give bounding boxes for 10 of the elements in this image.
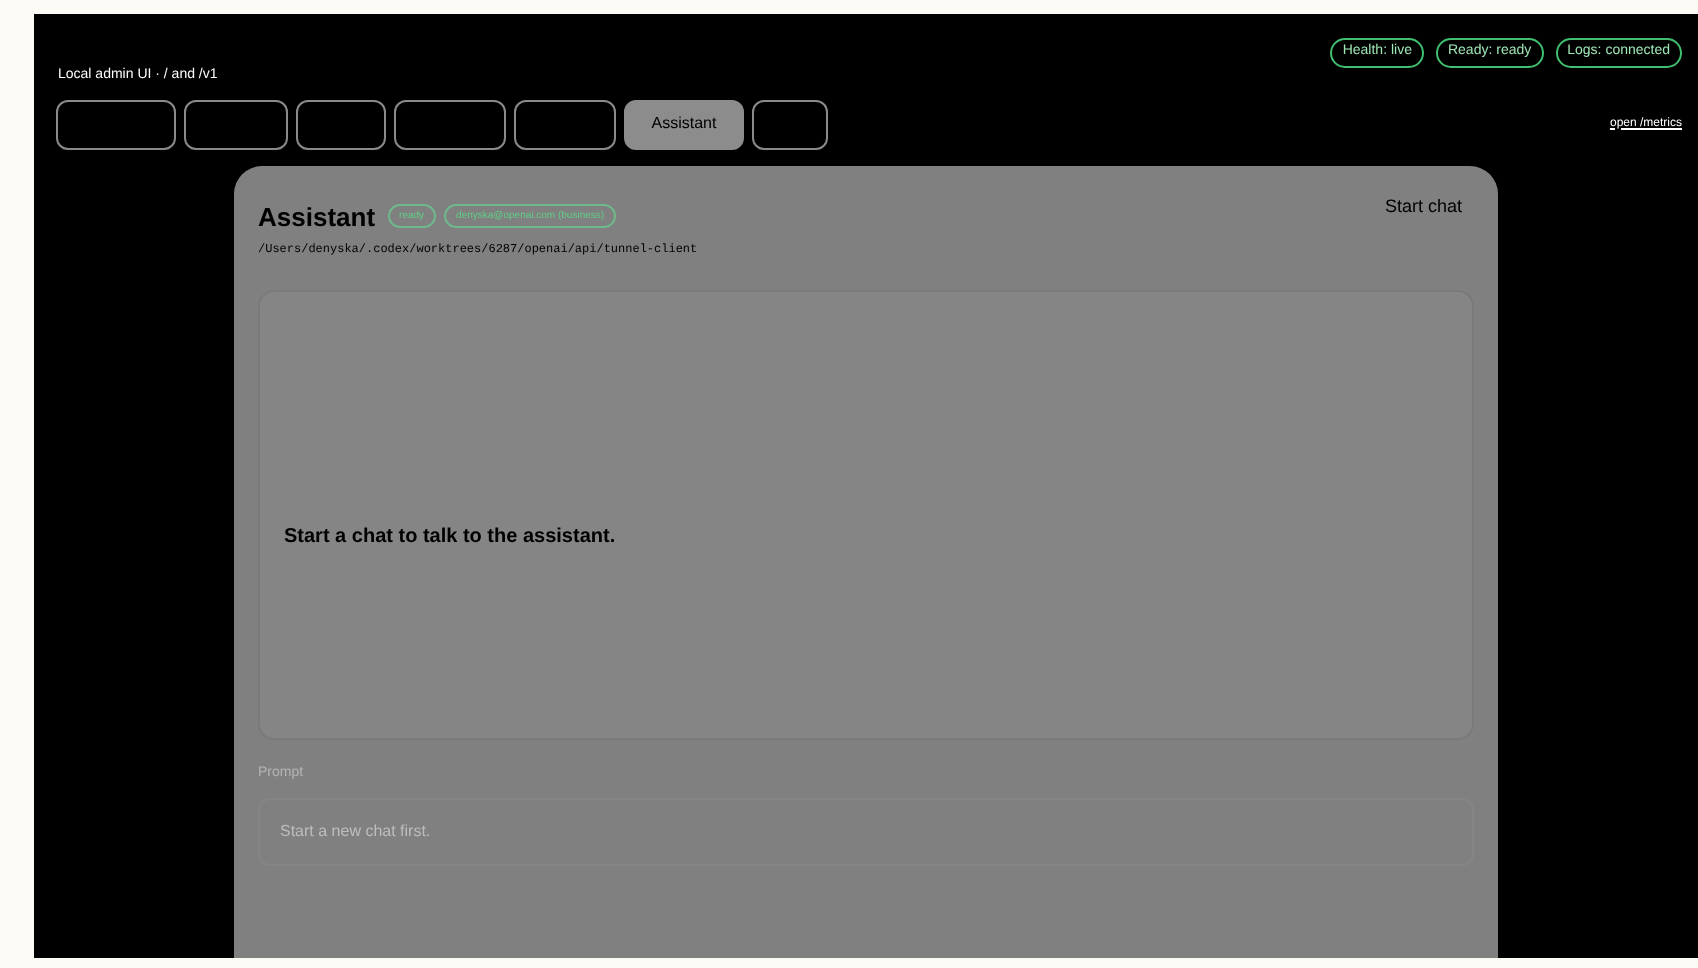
- tab[interactable]: [56, 99, 176, 149]
- tab[interactable]: [514, 99, 616, 149]
- tab[interactable]: [296, 99, 386, 149]
- tab[interactable]: [184, 99, 288, 149]
- tab[interactable]: [752, 99, 828, 149]
- tab[interactable]: Assistant: [624, 99, 744, 149]
- start-chat-button[interactable]: Start chat: [1384, 193, 1462, 220]
- tab[interactable]: [394, 99, 506, 149]
- panel-title: Assistant: [258, 199, 376, 235]
- empty-chat-message: Start a chat to talk to the assistant.: [284, 524, 618, 552]
